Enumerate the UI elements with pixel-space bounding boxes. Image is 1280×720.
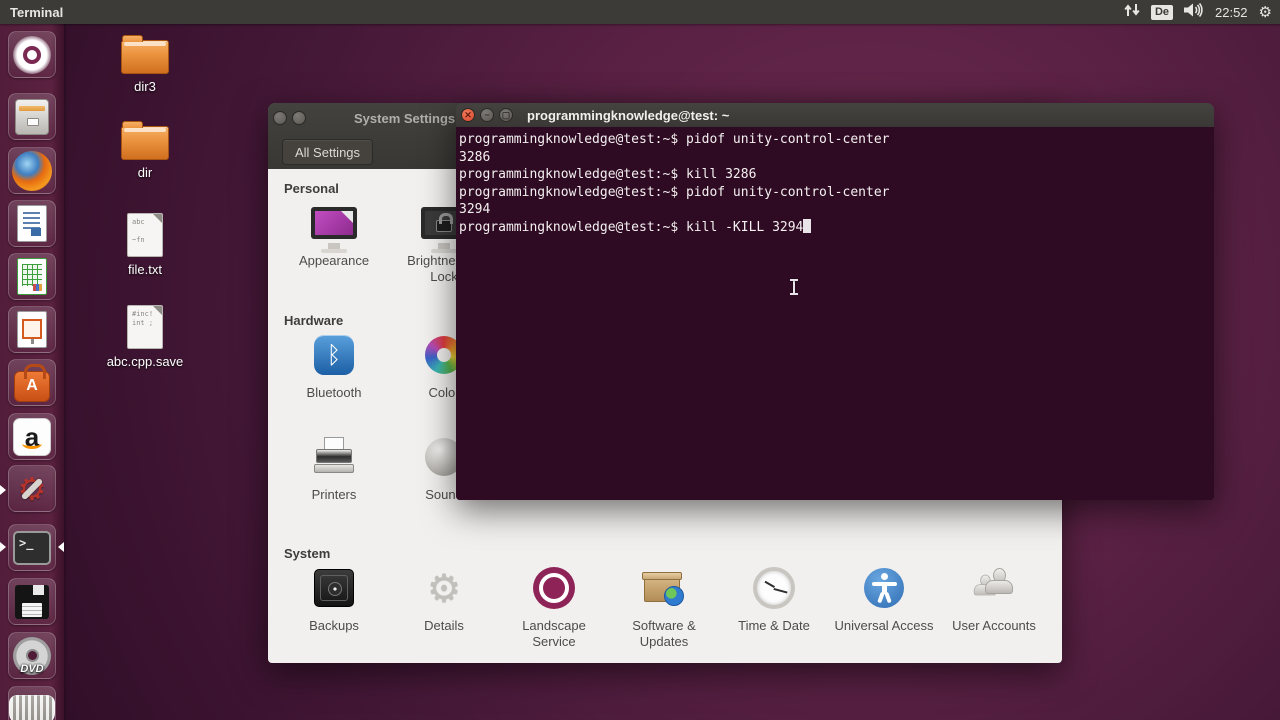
settings-item-details[interactable]: ⚙ Details	[389, 564, 499, 634]
launcher-item-trash[interactable]	[8, 686, 56, 720]
terminal-line: programmingknowledge@test:~$ pidof unity…	[459, 184, 890, 200]
launcher-item-terminal[interactable]: >_	[8, 524, 56, 571]
settings-item-printers[interactable]: Printers	[279, 433, 389, 503]
desktop-icon-label: abc.cpp.save	[106, 354, 184, 369]
desktop-icon-dir3[interactable]: dir3	[97, 35, 193, 94]
firefox-icon	[12, 150, 52, 191]
libreoffice-impress-icon	[17, 311, 47, 348]
launcher-item-dvd[interactable]: DVD	[8, 632, 56, 679]
settings-item-universal-access[interactable]: Universal Access	[829, 564, 939, 634]
terminal-line: 3294	[459, 202, 491, 218]
running-indicator-arrow	[0, 485, 6, 495]
launcher-item-impress[interactable]	[8, 306, 56, 353]
desktop-icon-abc-cpp-save[interactable]: #inc! int ; abc.cpp.save	[97, 305, 193, 369]
launcher-item-amazon[interactable]: a	[8, 413, 56, 460]
launcher-item-system-settings[interactable]: ⚙	[8, 465, 56, 512]
settings-item-landscape[interactable]: Landscape Service	[499, 564, 609, 650]
floppy-disk-icon	[15, 584, 49, 619]
running-indicator-arrow	[0, 542, 6, 552]
libreoffice-writer-icon	[17, 205, 47, 242]
session-gear-icon[interactable]: ⚙	[1259, 5, 1272, 20]
terminal-line: programmingknowledge@test:~$ kill 3286	[459, 167, 757, 183]
text-file-icon: #inc! int ;	[127, 305, 163, 349]
launcher-item-firefox[interactable]	[8, 147, 56, 194]
dvd-icon: DVD	[13, 636, 51, 675]
terminal-output[interactable]: programmingknowledge@test:~$ pidof unity…	[456, 127, 1214, 500]
desktop-icon-file-txt[interactable]: abc ~fn file.txt	[97, 213, 193, 277]
terminal-titlebar[interactable]: ✕ − ▢ programmingknowledge@test: ~	[456, 103, 1214, 127]
ibeam-mouse-cursor	[789, 279, 800, 295]
launcher-item-writer[interactable]	[8, 200, 56, 247]
settings-window-title: System Settings	[354, 110, 456, 126]
backups-safe-icon	[314, 569, 354, 607]
unity-launcher: A a ⚙ >_ DVD	[0, 24, 64, 720]
amazon-icon: a	[13, 417, 51, 456]
window-maximize-icon[interactable]: ▢	[499, 108, 513, 122]
desktop-icon-dir[interactable]: dir	[97, 121, 193, 180]
terminal-window-title: programmingknowledge@test: ~	[527, 107, 730, 123]
section-heading-system: System	[284, 546, 331, 561]
settings-item-user-accounts[interactable]: User Accounts	[939, 564, 1049, 634]
details-gear-icon: ⚙	[426, 566, 462, 610]
section-heading-personal: Personal	[284, 181, 339, 196]
terminal-line: 3286	[459, 149, 491, 165]
volume-icon[interactable]	[1184, 2, 1204, 22]
launcher-item-software-center[interactable]: A	[8, 359, 56, 406]
launcher-item-dash[interactable]	[8, 31, 56, 78]
terminal-icon: >_	[13, 530, 51, 565]
desktop-icon-label: dir3	[134, 79, 156, 94]
section-heading-hardware: Hardware	[284, 313, 344, 328]
user-accounts-icon	[970, 564, 1018, 612]
all-settings-button[interactable]: All Settings	[282, 139, 374, 165]
clock-indicator[interactable]: 22:52	[1215, 5, 1248, 20]
trash-icon	[9, 694, 55, 720]
software-updates-icon	[640, 564, 688, 612]
folder-icon	[121, 35, 169, 74]
window-minimize-icon[interactable]: −	[480, 108, 494, 122]
files-icon	[15, 98, 49, 135]
desktop-icon-label: file.txt	[128, 262, 162, 277]
universal-access-icon	[860, 564, 908, 612]
launcher-item-calc[interactable]	[8, 253, 56, 300]
time-date-clock-icon	[750, 564, 798, 612]
settings-item-appearance[interactable]: Appearance	[279, 199, 389, 269]
terminal-prompt-line: programmingknowledge@test:~$ kill -KILL …	[459, 218, 1214, 237]
folder-icon	[121, 121, 169, 160]
terminal-cursor	[803, 218, 812, 233]
settings-item-software-updates[interactable]: Software & Updates	[609, 564, 719, 650]
text-file-icon: abc ~fn	[127, 213, 163, 257]
terminal-window: ✕ − ▢ programmingknowledge@test: ~ progr…	[456, 103, 1214, 500]
bluetooth-icon: ᛒ	[314, 335, 354, 375]
file-preview-text: #inc! int ;	[132, 310, 154, 327]
focused-indicator-arrow	[58, 542, 64, 552]
software-center-icon: A	[14, 363, 50, 402]
libreoffice-calc-icon	[17, 258, 47, 295]
indicator-tray: De 22:52 ⚙	[1124, 2, 1272, 22]
file-preview-text: abc ~fn	[132, 218, 145, 244]
appearance-monitor-icon	[310, 199, 358, 253]
desktop-icon-label: dir	[137, 165, 153, 180]
launcher-item-files[interactable]	[8, 93, 56, 140]
system-settings-icon: ⚙	[12, 469, 52, 509]
active-app-title: Terminal	[10, 4, 64, 20]
keyboard-layout-indicator[interactable]: De	[1150, 4, 1173, 20]
printer-icon	[310, 433, 358, 481]
terminal-line: programmingknowledge@test:~$ pidof unity…	[459, 132, 890, 147]
network-updown-icon[interactable]	[1124, 3, 1140, 22]
landscape-service-icon	[533, 567, 575, 609]
top-panel: Terminal De 22:52 ⚙	[0, 0, 1280, 24]
window-close-icon[interactable]	[273, 111, 287, 125]
window-close-icon[interactable]: ✕	[461, 108, 475, 122]
launcher-item-floppy[interactable]	[8, 578, 56, 625]
settings-item-time-date[interactable]: Time & Date	[719, 564, 829, 634]
ubuntu-dash-icon	[13, 35, 51, 74]
settings-item-backups[interactable]: Backups	[279, 564, 389, 634]
settings-item-bluetooth[interactable]: ᛒ Bluetooth	[279, 331, 389, 401]
window-minimize-icon[interactable]	[292, 111, 306, 125]
